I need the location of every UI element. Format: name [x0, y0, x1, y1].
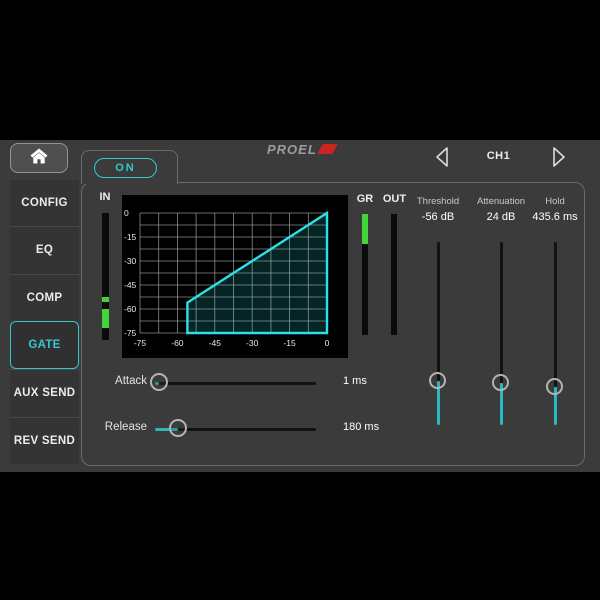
in-meter [102, 213, 109, 340]
attack-knob[interactable] [150, 373, 168, 391]
attenuation-track[interactable] [499, 242, 503, 383]
sidebar-item-config[interactable]: CONFIG [10, 180, 79, 227]
svg-text:-15: -15 [124, 232, 137, 242]
threshold-fader: Threshold -56 dB [403, 196, 473, 428]
gr-meter [362, 214, 368, 335]
release-knob[interactable] [169, 419, 187, 437]
gate-on-toggle[interactable]: ON [94, 158, 157, 178]
threshold-value: -56 dB [421, 211, 455, 223]
sidebar-item-eq[interactable]: EQ [10, 226, 79, 274]
home-icon [27, 146, 51, 171]
svg-text:-30: -30 [246, 338, 259, 348]
svg-text:-30: -30 [124, 256, 137, 266]
attack-value: 1 ms [343, 375, 367, 387]
release-value: 180 ms [343, 421, 380, 433]
hold-fader: Hold 435.6 ms [520, 196, 590, 428]
gr-meter-label: GR [356, 193, 374, 205]
home-button[interactable] [10, 143, 68, 173]
channel-next-icon[interactable] [550, 145, 568, 169]
svg-text:0: 0 [124, 208, 129, 218]
gate-transfer-graph: 0 -15 -30 -45 -60 -75 -75 -60 -45 -30 -15 0 [122, 195, 348, 358]
hold-value: 435.6 ms [532, 211, 578, 223]
sidebar-item-rev-send[interactable]: REV SEND [10, 416, 79, 464]
svg-text:-60: -60 [171, 338, 184, 348]
attenuation-knob[interactable] [492, 374, 509, 392]
out-meter [391, 214, 397, 335]
release-label: Release [104, 421, 147, 433]
attack-track[interactable] [155, 382, 316, 385]
hold-label: Hold [545, 196, 565, 207]
attack-slider: Attack 1 ms [100, 371, 390, 395]
proel-logo-text: PROEL [267, 141, 317, 157]
sidebar: CONFIG EQ COMP GATE AUX SEND REV SEND [10, 180, 79, 464]
screen: PROEL CH1 CONFIG EQ COMP GATE AUX SEND R… [0, 0, 600, 600]
svg-text:-75: -75 [124, 328, 137, 338]
channel-name: CH1 [486, 150, 511, 162]
sidebar-item-aux-send[interactable]: AUX SEND [10, 369, 79, 417]
threshold-track[interactable] [436, 242, 440, 381]
sidebar-item-gate[interactable]: GATE [10, 320, 79, 370]
svg-text:-45: -45 [209, 338, 222, 348]
hold-knob[interactable] [546, 378, 563, 396]
release-slider: Release 180 ms [100, 417, 390, 441]
hold-track[interactable] [553, 242, 557, 387]
svg-text:-45: -45 [124, 280, 137, 290]
channel-prev-icon[interactable] [433, 145, 451, 169]
svg-text:-15: -15 [283, 338, 296, 348]
threshold-knob[interactable] [429, 372, 446, 390]
sidebar-item-comp[interactable]: COMP [10, 273, 79, 321]
svg-text:0: 0 [325, 338, 330, 348]
gate-curve-chart: 0 -15 -30 -45 -60 -75-75 -60 -45 -30 -15 0 [124, 208, 330, 348]
svg-text:-75: -75 [134, 338, 147, 348]
attack-label: Attack [115, 375, 147, 387]
svg-text:-60: -60 [124, 304, 137, 314]
proel-logo-swash-icon [317, 144, 338, 154]
proel-logo: PROEL [267, 141, 338, 157]
in-meter-label: IN [99, 191, 111, 203]
threshold-label: Threshold [416, 196, 460, 207]
